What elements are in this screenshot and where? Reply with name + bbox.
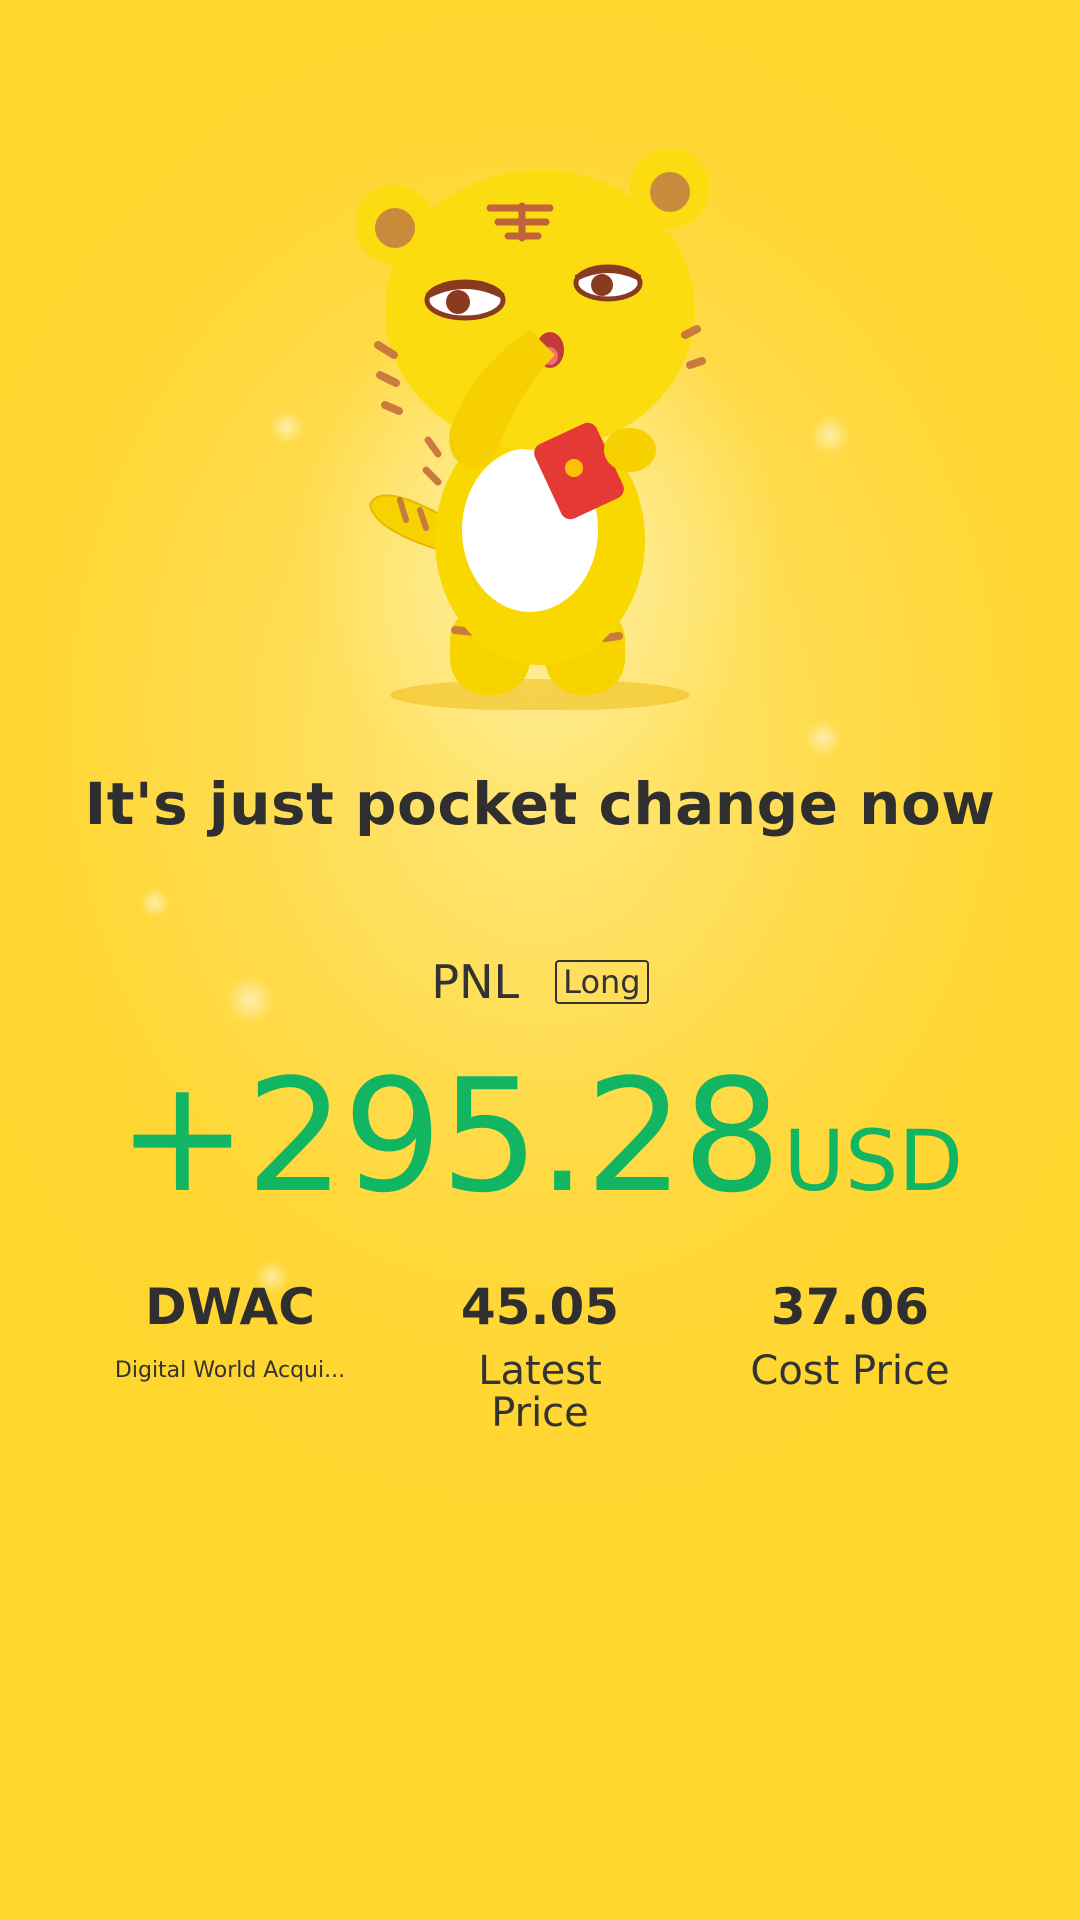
stock-name: Digital World Acqui...	[114, 1358, 346, 1383]
pnl-header: PNL Long	[0, 955, 1080, 1009]
cost-price-label: Cost Price	[750, 1348, 950, 1394]
bokeh-dot	[810, 415, 850, 455]
stat-latest-price: 45.05 Latest Price	[390, 1278, 690, 1434]
pnl-unit: USD	[783, 1112, 964, 1210]
pnl-value: +295.28	[116, 1045, 782, 1227]
bokeh-dot	[140, 888, 170, 918]
stock-symbol: DWAC	[145, 1278, 315, 1336]
bokeh-dot	[270, 410, 304, 444]
position-stats: DWAC Digital World Acqui... 45.05 Latest…	[80, 1278, 1000, 1434]
position-type-badge: Long	[555, 960, 649, 1004]
headline: It's just pocket change now	[84, 770, 996, 838]
pnl-label: PNL	[431, 955, 520, 1009]
cost-price-value: 37.06	[770, 1278, 930, 1336]
bokeh-dot	[805, 720, 841, 756]
tiger-mascot-icon	[355, 150, 710, 710]
stat-symbol: DWAC Digital World Acqui...	[80, 1278, 380, 1434]
latest-price-value: 45.05	[460, 1278, 620, 1336]
latest-price-label: Latest Price	[478, 1348, 602, 1436]
pnl-amount: +295.28USD	[0, 1045, 1080, 1227]
stat-cost-price: 37.06 Cost Price	[700, 1278, 1000, 1434]
